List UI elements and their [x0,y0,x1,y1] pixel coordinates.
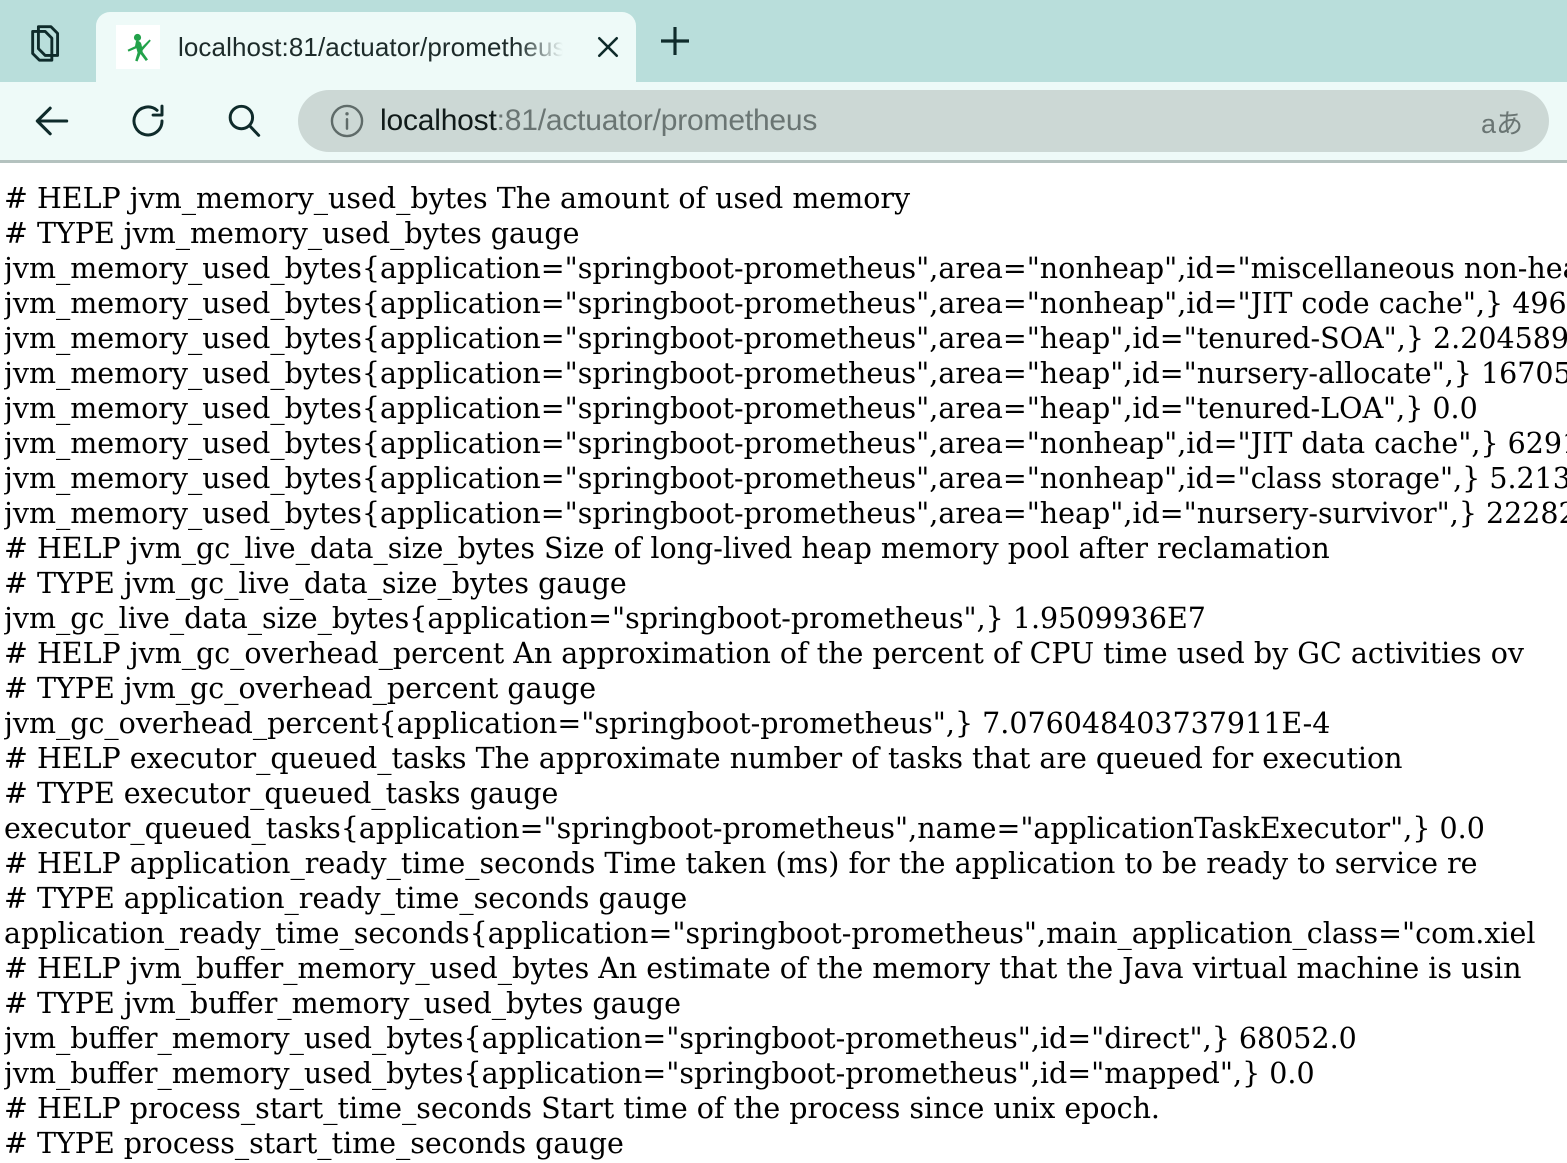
url-host: localhost [380,104,497,137]
metrics-line: # TYPE jvm_gc_live_data_size_bytes gauge [4,567,627,600]
tab-title: localhost:81/actuator/prometheus [178,31,566,62]
metrics-line: jvm_gc_overhead_percent{application="spr… [4,707,1331,740]
metrics-line: # TYPE application_ready_time_seconds ga… [4,882,688,915]
metrics-line: jvm_memory_used_bytes{application="sprin… [4,287,1567,320]
back-button[interactable] [18,87,86,155]
tab-favicon [116,25,160,69]
running-person-icon [118,27,158,67]
metrics-line: jvm_memory_used_bytes{application="sprin… [4,252,1567,285]
metrics-line: # HELP application_ready_time_seconds Ti… [4,847,1478,880]
address-bar-text[interactable]: localhost:81/actuator/prometheus [380,104,1467,138]
metrics-line: # HELP jvm_gc_live_data_size_bytes Size … [4,532,1330,565]
metrics-line: # TYPE executor_queued_tasks gauge [4,777,559,810]
tab-stack-icon [31,25,60,62]
site-info-button[interactable] [324,98,370,144]
reload-icon [132,104,164,137]
metrics-line: jvm_buffer_memory_used_bytes{application… [4,1022,1357,1055]
browser-toolbar: localhost:81/actuator/prometheus aあ [0,82,1567,160]
metrics-line: jvm_memory_used_bytes{application="sprin… [4,427,1567,460]
metrics-line: executor_queued_tasks{application="sprin… [4,812,1485,845]
search-button[interactable] [210,87,278,155]
metrics-line: # TYPE jvm_buffer_memory_used_bytes gaug… [4,987,682,1020]
close-icon [597,36,619,58]
metrics-line: jvm_memory_used_bytes{application="sprin… [4,497,1567,530]
metrics-line: jvm_memory_used_bytes{application="sprin… [4,322,1567,355]
search-icon [228,104,261,137]
metrics-line: # HELP process_start_time_seconds Start … [4,1092,1160,1125]
back-arrow-icon [35,106,69,136]
url-path: :81/actuator/prometheus [496,104,818,137]
plus-icon [661,27,689,55]
metrics-line: # HELP jvm_memory_used_bytes The amount … [4,182,911,215]
tab-close-button[interactable] [580,17,636,77]
reload-button[interactable] [114,87,182,155]
tab-strip: localhost:81/actuator/prometheus [0,0,1567,82]
metrics-line: jvm_buffer_memory_used_bytes{application… [4,1057,1315,1090]
metrics-line: application_ready_time_seconds{applicati… [4,917,1536,950]
metrics-line: # TYPE process_start_time_seconds gauge [4,1127,624,1160]
page-viewport: # HELP jvm_memory_used_bytes The amount … [0,163,1567,1163]
address-bar[interactable]: localhost:81/actuator/prometheus aあ [298,90,1549,152]
new-tab-button[interactable] [636,0,714,82]
prometheus-metrics-text: # HELP jvm_memory_used_bytes The amount … [4,181,1567,1161]
metrics-line: jvm_gc_live_data_size_bytes{application=… [4,602,1206,635]
metrics-line: jvm_memory_used_bytes{application="sprin… [4,357,1567,390]
metrics-line: # HELP jvm_buffer_memory_used_bytes An e… [4,952,1522,985]
metrics-line: # HELP executor_queued_tasks The approxi… [4,742,1403,775]
info-circle-icon [330,104,364,138]
metrics-line: # TYPE jvm_memory_used_bytes gauge [4,217,580,250]
metrics-line: jvm_memory_used_bytes{application="sprin… [4,462,1567,495]
metrics-line: # TYPE jvm_gc_overhead_percent gauge [4,672,597,705]
tab-list-button[interactable] [0,0,96,82]
metrics-line: jvm_memory_used_bytes{application="sprin… [4,392,1478,425]
metrics-line: # HELP jvm_gc_overhead_percent An approx… [4,637,1524,670]
translate-button[interactable]: aあ [1467,102,1523,141]
browser-tab[interactable]: localhost:81/actuator/prometheus [96,12,636,82]
